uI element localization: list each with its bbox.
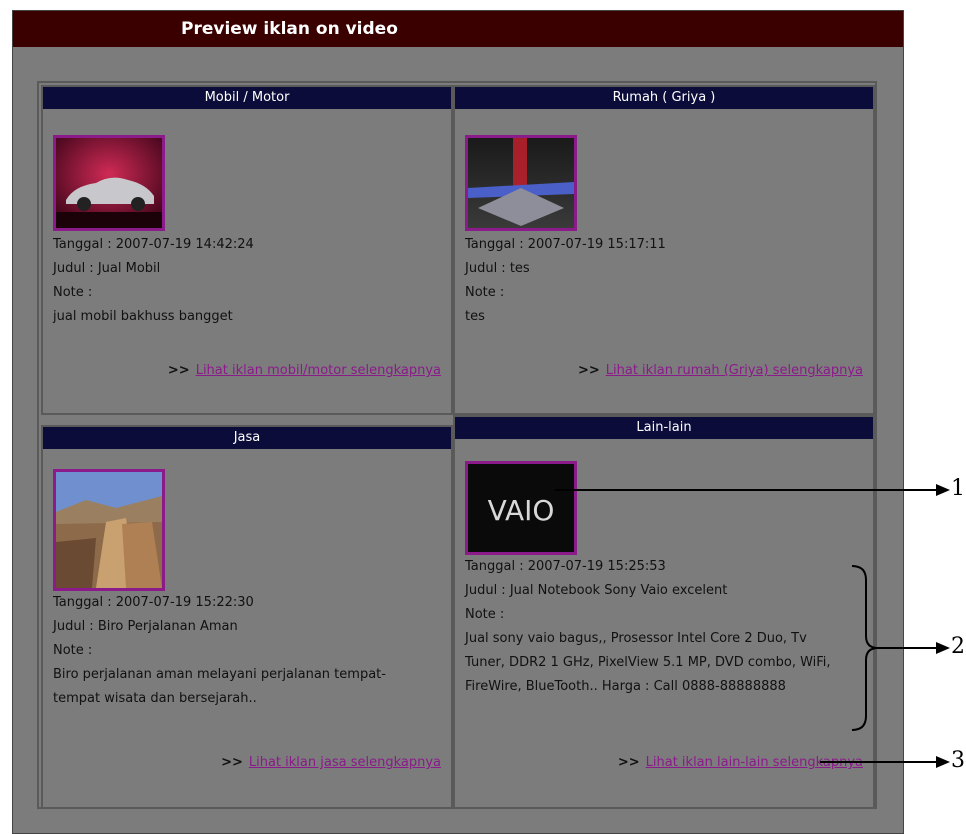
callout-1: 1: [951, 476, 965, 501]
callout-3: 3: [951, 748, 965, 773]
callout-lines: [555, 484, 950, 768]
callout-2: 2: [951, 634, 965, 659]
